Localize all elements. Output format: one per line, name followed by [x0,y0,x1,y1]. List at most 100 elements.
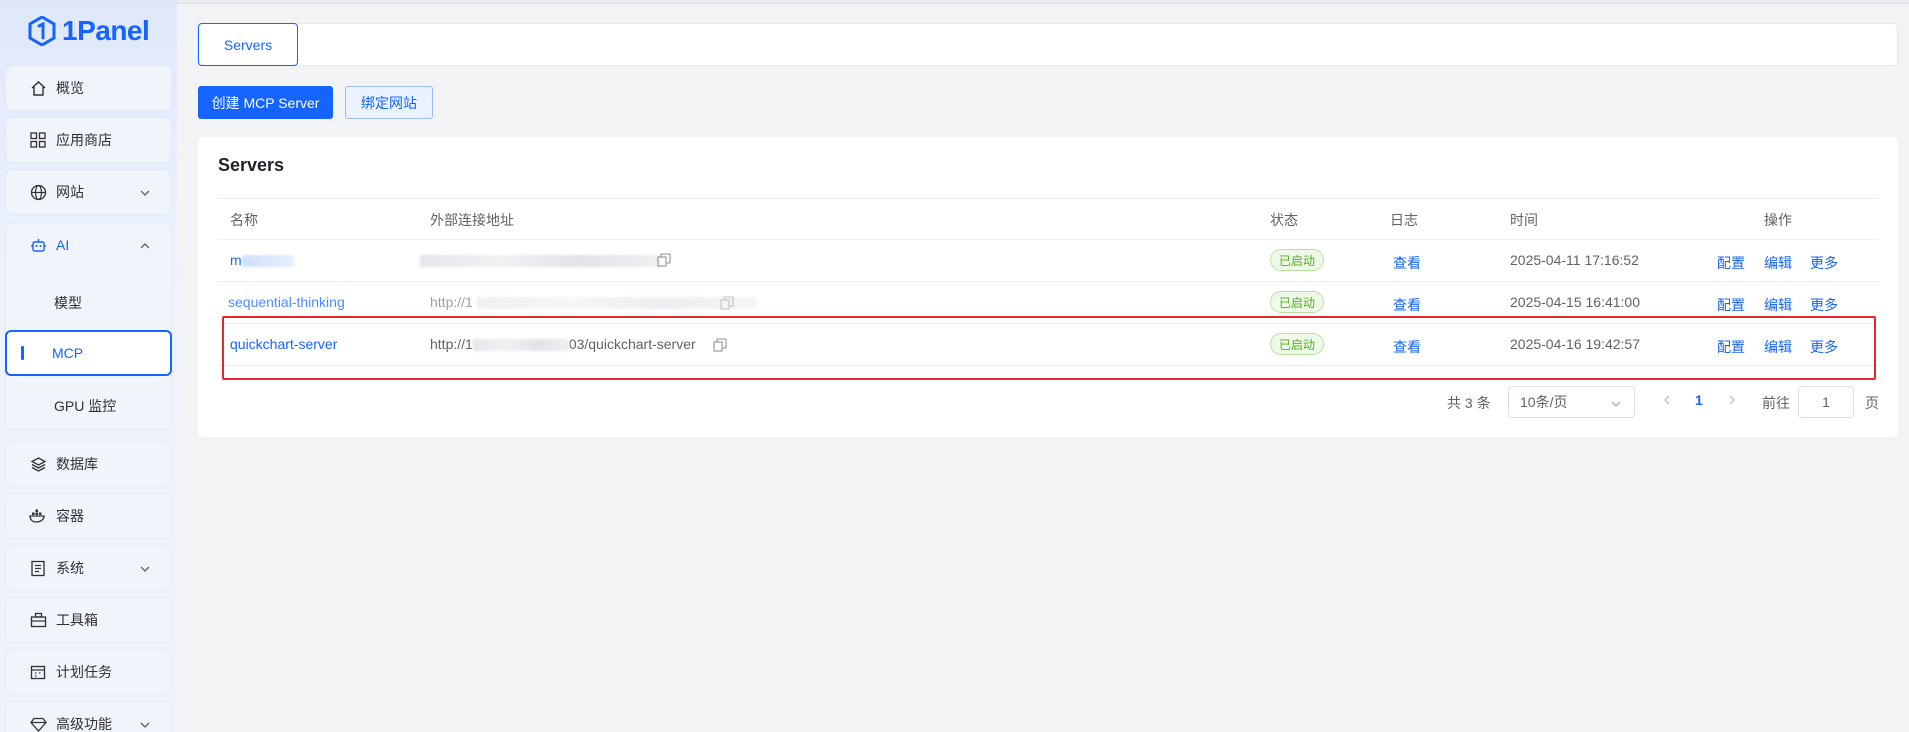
pagination-total: 共 3 条 [1447,395,1491,411]
sidebar-item-label: 高级功能 [56,716,112,732]
sidebar-item-label: 工具箱 [56,612,98,628]
config-link[interactable]: 配置 [1717,337,1745,357]
edit-link[interactable]: 编辑 [1764,337,1792,357]
tab-bar [197,23,1898,66]
copy-icon[interactable] [657,253,671,267]
view-log-link[interactable]: 查看 [1393,295,1421,315]
server-time: 2025-04-15 16:41:00 [1510,294,1640,310]
column-header-status: 状态 [1270,212,1298,228]
config-link[interactable]: 配置 [1717,295,1745,315]
create-mcp-server-button[interactable]: 创建 MCP Server [198,86,333,119]
sidebar-item-label: MCP [52,345,84,361]
config-link[interactable]: 配置 [1717,253,1745,273]
more-link[interactable]: 更多 [1810,253,1838,273]
logo[interactable]: 1Panel [28,14,150,48]
sidebar-item-overview[interactable]: 概览 [5,65,172,111]
page-size-select[interactable]: 10条/页 [1508,386,1635,418]
sidebar-item-toolbox[interactable]: 工具箱 [5,597,172,643]
page-number[interactable]: 1 [1695,392,1703,408]
grid-icon [28,130,48,150]
page-label: 页 [1865,395,1879,411]
status-badge: 已启动 [1270,249,1325,271]
tab-servers[interactable]: Servers [198,23,298,66]
sidebar-item-database[interactable]: 数据库 [5,441,172,487]
chevron-down-icon [139,562,151,574]
active-indicator [21,346,24,360]
redacted-url [472,339,569,352]
column-header-time: 时间 [1510,212,1538,228]
server-url: http://1 [430,292,757,312]
redacted-url [420,255,660,268]
edit-link[interactable]: 编辑 [1764,295,1792,315]
sidebar-item-label: 模型 [54,295,82,311]
chevron-up-icon [139,239,151,251]
sidebar-item-container[interactable]: 容器 [5,493,172,539]
server-url-text: http://1 [430,294,473,310]
row-divider [218,323,1878,324]
sidebar-item-gpu[interactable]: GPU 监控 [5,383,172,429]
server-url-prefix: http://1 [430,336,473,352]
sidebar-item-website[interactable]: 网站 [5,169,172,215]
sidebar: 1Panel 概览 应用商店 网站 AI 模型 MCP GPU 监控 数据库 容… [0,0,177,732]
logo-text: 1Panel [62,15,150,46]
status-badge: 已启动 [1270,291,1325,313]
header-divider [218,239,1878,240]
calendar-icon [28,662,48,682]
copy-icon[interactable] [713,338,727,352]
server-time: 2025-04-11 17:16:52 [1510,252,1639,268]
bind-website-button[interactable]: 绑定网站 [345,86,433,119]
column-header-log: 日志 [1390,212,1418,228]
sidebar-item-label: 概览 [56,80,84,96]
copy-icon[interactable] [720,296,734,310]
sidebar-item-ai[interactable]: AI [5,222,172,268]
view-log-link[interactable]: 查看 [1393,337,1421,357]
diamond-icon [28,714,48,732]
sidebar-item-label: 计划任务 [56,664,112,680]
docker-icon [28,506,48,526]
row-divider [218,365,1878,366]
top-border [0,0,1909,4]
sidebar-item-label: 应用商店 [56,132,112,148]
status-badge: 已启动 [1270,333,1325,355]
servers-card [198,137,1898,437]
column-header-url: 外部连接地址 [430,212,514,228]
sidebar-item-advanced[interactable]: 高级功能 [5,701,172,732]
column-header-name: 名称 [230,212,258,228]
redacted-url [476,297,757,310]
more-link[interactable]: 更多 [1810,337,1838,357]
view-log-link[interactable]: 查看 [1393,253,1421,273]
prev-page-button[interactable] [1660,393,1674,407]
chevron-down-icon [139,718,151,730]
table-top-divider [218,198,1878,199]
server-time: 2025-04-16 19:42:57 [1510,336,1640,352]
sidebar-item-cron[interactable]: 计划任务 [5,649,172,695]
server-url: http://1 03/quickchart-server [430,334,696,354]
server-name-link[interactable]: m [230,250,294,270]
sidebar-item-system[interactable]: 系统 [5,545,172,591]
sidebar-item-label: 容器 [56,508,84,524]
server-name-link[interactable]: quickchart-server [230,334,337,354]
goto-label: 前往 [1762,395,1790,411]
sidebar-item-label: 数据库 [56,456,98,472]
globe-icon [28,182,48,202]
goto-page-input[interactable] [1798,386,1854,418]
logo-icon [28,16,56,46]
chevron-down-icon [1610,397,1622,409]
more-link[interactable]: 更多 [1810,295,1838,315]
sidebar-item-mcp[interactable]: MCP [5,330,172,376]
sidebar-item-app-store[interactable]: 应用商店 [5,117,172,163]
next-page-button[interactable] [1725,393,1739,407]
server-url-suffix: 03/quickchart-server [568,336,696,352]
chevron-down-icon [139,186,151,198]
home-icon [28,78,48,98]
sidebar-item-models[interactable]: 模型 [5,280,172,326]
system-icon [28,558,48,578]
server-name: sequential-thinking [228,294,345,310]
edit-link[interactable]: 编辑 [1764,253,1792,273]
column-header-actions: 操作 [1764,212,1792,228]
row-divider [218,281,1878,282]
sidebar-item-label: GPU 监控 [54,398,117,414]
sidebar-item-label: 网站 [56,184,84,200]
server-url [420,250,660,270]
server-name-link[interactable]: sequential-thinking [228,292,345,312]
